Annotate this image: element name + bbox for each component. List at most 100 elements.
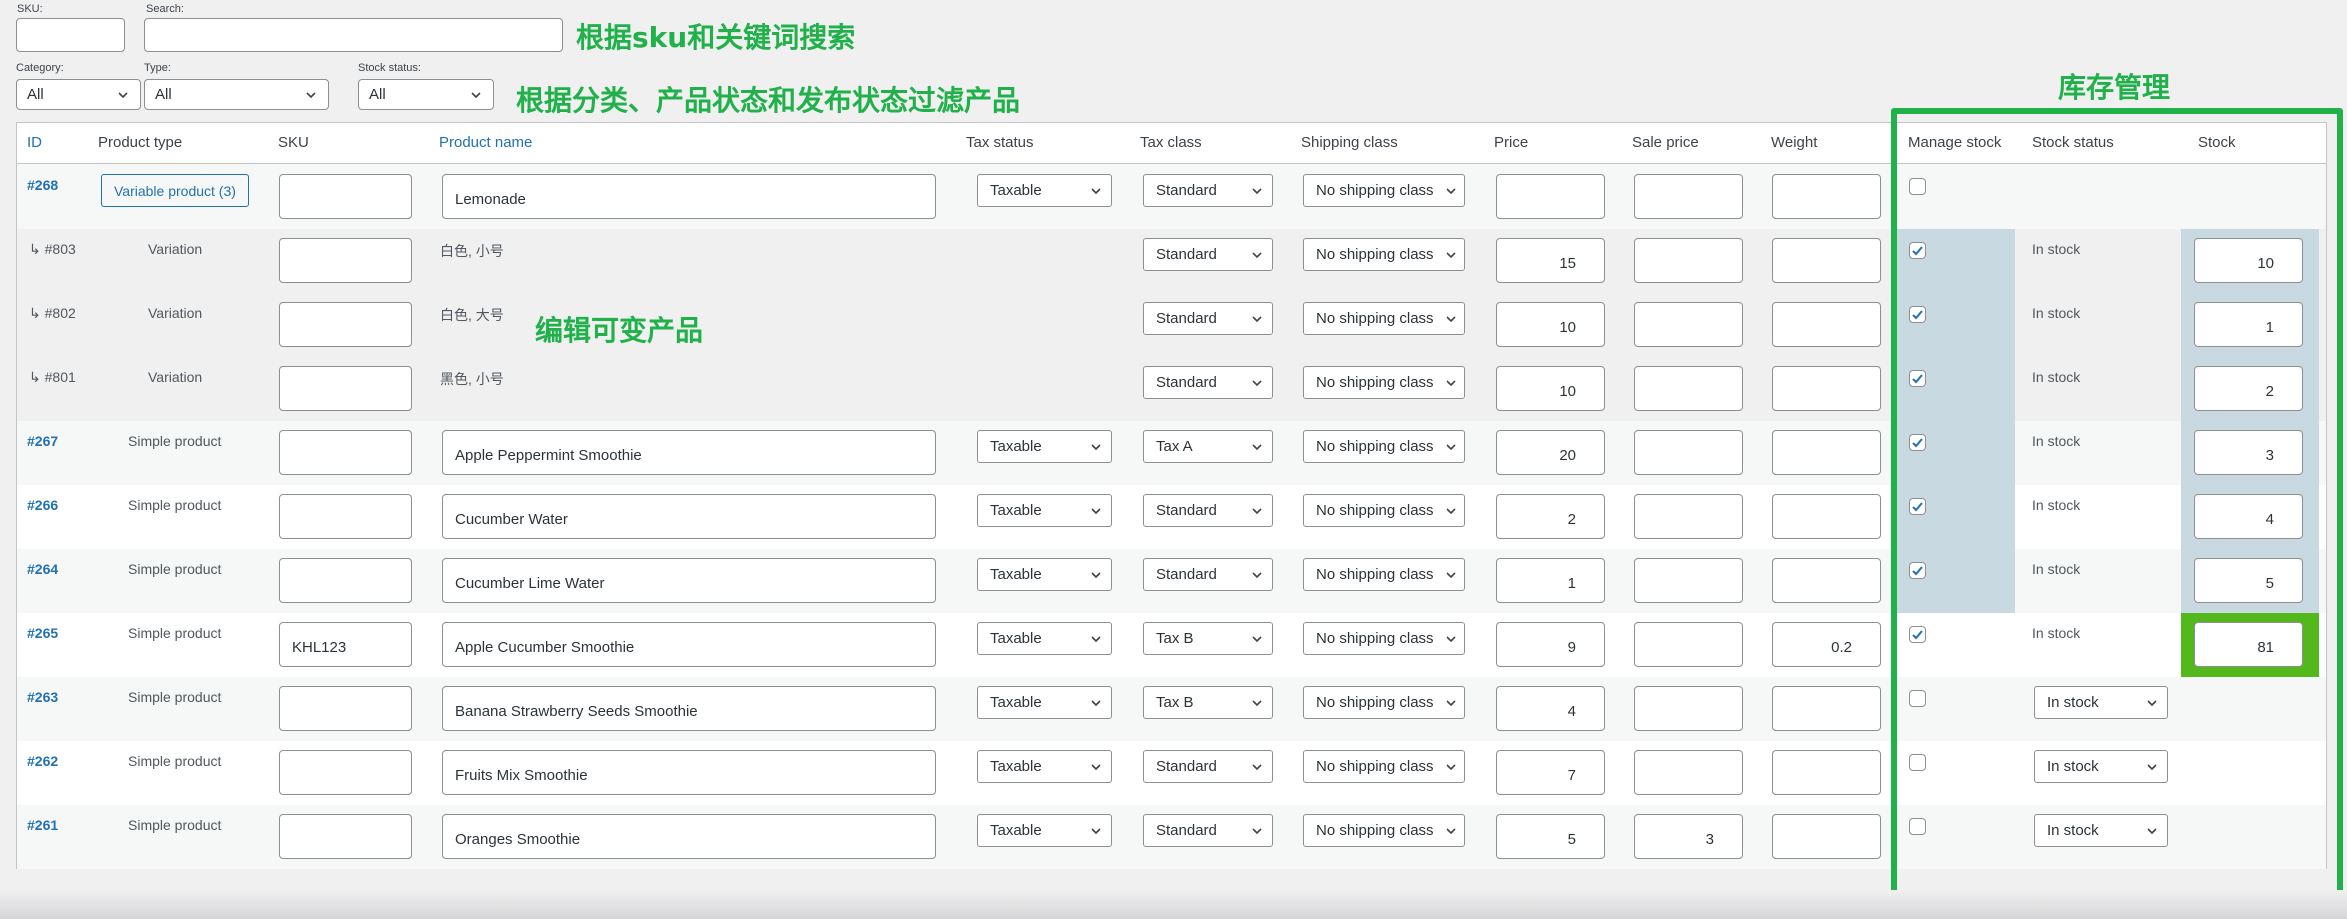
- stock-quantity-input[interactable]: 2: [2194, 366, 2303, 411]
- manage-stock-checkbox[interactable]: [1909, 306, 1926, 323]
- sku-input[interactable]: [279, 814, 412, 859]
- product-id-link[interactable]: #263: [27, 689, 58, 705]
- tax-class-select[interactable]: Standard: [1143, 750, 1273, 783]
- manage-stock-checkbox[interactable]: [1909, 690, 1926, 707]
- sale-price-input[interactable]: 3: [1634, 814, 1743, 859]
- shipping-class-select[interactable]: No shipping class: [1303, 174, 1465, 207]
- product-id-link[interactable]: ↳ #802: [29, 305, 76, 322]
- type-filter-select[interactable]: All: [144, 79, 329, 110]
- stock-quantity-input[interactable]: 4: [2194, 494, 2303, 539]
- weight-input[interactable]: [1772, 558, 1881, 603]
- shipping-class-select[interactable]: No shipping class: [1303, 238, 1465, 271]
- tax-class-select[interactable]: Tax A: [1143, 430, 1273, 463]
- column-header-id[interactable]: ID: [27, 134, 42, 151]
- tax-class-select[interactable]: Standard: [1143, 302, 1273, 335]
- stock-quantity-input[interactable]: 3: [2194, 430, 2303, 475]
- sku-input[interactable]: [279, 430, 412, 475]
- weight-input[interactable]: [1772, 302, 1881, 347]
- product-name-input[interactable]: Cucumber Lime Water: [442, 558, 936, 603]
- price-input[interactable]: 5: [1496, 814, 1605, 859]
- product-name-input[interactable]: Apple Cucumber Smoothie: [442, 622, 936, 667]
- stock-status-select[interactable]: In stock: [2034, 814, 2168, 847]
- shipping-class-select[interactable]: No shipping class: [1303, 686, 1465, 719]
- manage-stock-checkbox[interactable]: [1909, 498, 1926, 515]
- manage-stock-checkbox[interactable]: [1909, 370, 1926, 387]
- manage-stock-checkbox[interactable]: [1909, 434, 1926, 451]
- tax-class-select[interactable]: Standard: [1143, 238, 1273, 271]
- shipping-class-select[interactable]: No shipping class: [1303, 366, 1465, 399]
- sku-input[interactable]: [279, 238, 412, 283]
- tax-status-select[interactable]: Taxable: [977, 174, 1112, 207]
- weight-input[interactable]: [1772, 814, 1881, 859]
- product-id-link[interactable]: ↳ #803: [29, 241, 76, 258]
- stock-quantity-input[interactable]: 1: [2194, 302, 2303, 347]
- price-input[interactable]: 2: [1496, 494, 1605, 539]
- sale-price-input[interactable]: [1634, 750, 1743, 795]
- tax-class-select[interactable]: Standard: [1143, 558, 1273, 591]
- weight-input[interactable]: [1772, 750, 1881, 795]
- product-id-link[interactable]: #262: [27, 753, 58, 769]
- tax-status-select[interactable]: Taxable: [977, 430, 1112, 463]
- weight-input[interactable]: [1772, 430, 1881, 475]
- stock-quantity-input[interactable]: 81: [2194, 622, 2303, 667]
- sku-input[interactable]: [279, 750, 412, 795]
- sale-price-input[interactable]: [1634, 174, 1743, 219]
- price-input[interactable]: 4: [1496, 686, 1605, 731]
- price-input[interactable]: 1: [1496, 558, 1605, 603]
- product-name-input[interactable]: Fruits Mix Smoothie: [442, 750, 936, 795]
- tax-class-select[interactable]: Tax B: [1143, 622, 1273, 655]
- search-input[interactable]: [144, 18, 563, 52]
- price-input[interactable]: [1496, 174, 1605, 219]
- sale-price-input[interactable]: [1634, 302, 1743, 347]
- weight-input[interactable]: [1772, 238, 1881, 283]
- sale-price-input[interactable]: [1634, 622, 1743, 667]
- price-input[interactable]: 10: [1496, 366, 1605, 411]
- shipping-class-select[interactable]: No shipping class: [1303, 494, 1465, 527]
- product-id-link[interactable]: #264: [27, 561, 58, 577]
- product-name-input[interactable]: Lemonade: [442, 174, 936, 219]
- stock-status-select[interactable]: In stock: [2034, 750, 2168, 783]
- stock-quantity-input[interactable]: 5: [2194, 558, 2303, 603]
- product-id-link[interactable]: ↳ #801: [29, 369, 76, 386]
- shipping-class-select[interactable]: No shipping class: [1303, 430, 1465, 463]
- sale-price-input[interactable]: [1634, 238, 1743, 283]
- category-filter-select[interactable]: All: [16, 79, 141, 110]
- sale-price-input[interactable]: [1634, 686, 1743, 731]
- tax-class-select[interactable]: Tax B: [1143, 686, 1273, 719]
- weight-input[interactable]: [1772, 686, 1881, 731]
- product-id-link[interactable]: #261: [27, 817, 58, 833]
- tax-class-select[interactable]: Standard: [1143, 174, 1273, 207]
- sku-input[interactable]: KHL123: [279, 622, 412, 667]
- price-input[interactable]: 15: [1496, 238, 1605, 283]
- stock-status-select[interactable]: In stock: [2034, 686, 2168, 719]
- product-name-input[interactable]: Apple Peppermint Smoothie: [442, 430, 936, 475]
- weight-input[interactable]: [1772, 494, 1881, 539]
- manage-stock-checkbox[interactable]: [1909, 754, 1926, 771]
- sale-price-input[interactable]: [1634, 494, 1743, 539]
- sku-input[interactable]: [279, 558, 412, 603]
- manage-stock-checkbox[interactable]: [1909, 562, 1926, 579]
- shipping-class-select[interactable]: No shipping class: [1303, 814, 1465, 847]
- tax-status-select[interactable]: Taxable: [977, 558, 1112, 591]
- sale-price-input[interactable]: [1634, 366, 1743, 411]
- sku-input[interactable]: [279, 174, 412, 219]
- sale-price-input[interactable]: [1634, 558, 1743, 603]
- sale-price-input[interactable]: [1634, 430, 1743, 475]
- shipping-class-select[interactable]: No shipping class: [1303, 558, 1465, 591]
- variable-product-button[interactable]: Variable product (3): [101, 174, 249, 207]
- tax-status-select[interactable]: Taxable: [977, 494, 1112, 527]
- price-input[interactable]: 9: [1496, 622, 1605, 667]
- price-input[interactable]: 20: [1496, 430, 1605, 475]
- shipping-class-select[interactable]: No shipping class: [1303, 302, 1465, 335]
- tax-status-select[interactable]: Taxable: [977, 622, 1112, 655]
- tax-status-select[interactable]: Taxable: [977, 750, 1112, 783]
- manage-stock-checkbox[interactable]: [1909, 242, 1926, 259]
- manage-stock-checkbox[interactable]: [1909, 818, 1926, 835]
- column-header-product-name[interactable]: Product name: [439, 134, 532, 151]
- tax-class-select[interactable]: Standard: [1143, 494, 1273, 527]
- sku-input[interactable]: [279, 686, 412, 731]
- product-id-link[interactable]: #266: [27, 497, 58, 513]
- shipping-class-select[interactable]: No shipping class: [1303, 622, 1465, 655]
- sku-filter-input[interactable]: [16, 18, 125, 52]
- stock-quantity-input[interactable]: 10: [2194, 238, 2303, 283]
